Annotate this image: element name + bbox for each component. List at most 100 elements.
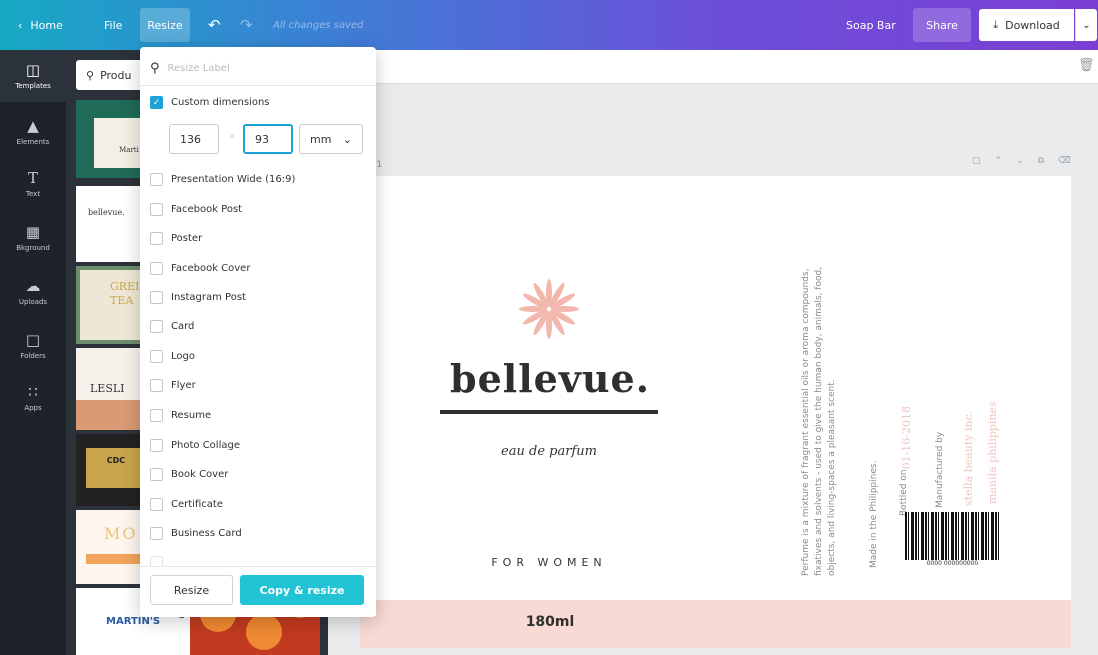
unit-select[interactable]: mm ⌄ — [299, 124, 363, 154]
divider — [140, 85, 376, 86]
barcode-number: 0000 000000000 — [926, 560, 979, 567]
option-certificate[interactable]: Certificate — [150, 498, 223, 511]
sidebar-item-label: Elements — [16, 138, 50, 146]
sidebar-item-label: Uploads — [18, 298, 48, 306]
option-book-cover[interactable]: Book Cover — [150, 468, 228, 481]
undo-icon[interactable]: ↶ — [208, 0, 221, 50]
resize-search-input[interactable]: ⚲ Resize Label — [150, 55, 366, 81]
chevron-down-icon[interactable]: ⌄ — [1075, 9, 1097, 41]
option-label: Photo Collage — [171, 440, 240, 451]
option-facebook-cover[interactable]: Facebook Cover — [150, 262, 250, 275]
template-thumbnail-label: CDC — [86, 448, 146, 488]
checkbox-icon — [150, 498, 163, 511]
checkbox-icon — [150, 173, 163, 186]
width-input[interactable]: 136 — [169, 124, 219, 154]
trash-icon[interactable]: ⌫ — [1058, 156, 1071, 166]
option-flyer[interactable]: Flyer — [150, 379, 196, 392]
text-icon: T — [27, 169, 38, 187]
duplicate-icon[interactable]: ⧉ — [1038, 156, 1044, 166]
file-menu-button[interactable]: File — [104, 0, 122, 50]
checkbox-icon — [150, 527, 163, 540]
custom-dimensions-checkbox[interactable]: ✓ Custom dimensions — [150, 96, 270, 109]
search-icon: ⚲ — [86, 68, 95, 82]
checkbox-icon — [150, 291, 163, 304]
template-thumbnail-label: LESLI — [90, 382, 125, 395]
option-logo[interactable]: Logo — [150, 350, 195, 363]
apps-icon: ∷ — [28, 383, 38, 401]
sidebar-item-text[interactable]: T Text — [0, 158, 66, 210]
share-button[interactable]: Share — [913, 8, 971, 42]
bottom-band — [360, 600, 1071, 648]
templates-icon: ◫ — [25, 61, 41, 79]
editor-toolbar — [328, 50, 1098, 84]
bottled-on-date: 01-16-2018 — [900, 406, 913, 470]
brand-underline — [440, 410, 658, 414]
template-thumbnail-label: MO — [104, 524, 138, 543]
sidebar-item-label: Bkground — [16, 244, 50, 252]
unit-value: mm — [310, 132, 332, 146]
checkbox-icon — [150, 468, 163, 481]
redo-icon[interactable]: ↷ — [240, 0, 253, 50]
option-label: Presentation Wide (16:9) — [171, 174, 296, 185]
home-label: Home — [30, 18, 63, 32]
sidebar-item-apps[interactable]: ∷ Apps — [0, 372, 66, 424]
resize-search-placeholder: Resize Label — [167, 62, 230, 74]
custom-dimensions-label: Custom dimensions — [171, 97, 270, 108]
search-icon: ⚲ — [150, 60, 160, 76]
made-in-text: Made in the Philippines. — [869, 460, 879, 568]
option-photo-collage[interactable]: Photo Collage — [150, 439, 240, 452]
sidebar-item-elements[interactable]: ▲ Elements — [0, 106, 66, 158]
option-label: Instagram Post — [171, 292, 246, 303]
design-name[interactable]: Soap Bar — [846, 0, 896, 50]
flower-logo — [519, 279, 579, 339]
resize-menu-button[interactable]: Resize — [140, 8, 190, 42]
option-business-card[interactable]: Business Card — [150, 527, 242, 540]
option-label: Logo — [171, 351, 195, 362]
checkbox-icon — [150, 379, 163, 392]
volume-text: 180ml — [525, 614, 575, 630]
barcode — [905, 512, 1000, 560]
checkbox-icon — [150, 409, 163, 422]
sidebar-item-label: Templates — [15, 82, 51, 90]
brand-title: bellevue. — [450, 356, 650, 401]
home-button[interactable]: ‹ Home — [18, 0, 63, 50]
left-sidebar: ◫ Templates ▲ Elements T Text ▦ Bkground… — [0, 50, 66, 655]
checkmark-icon: ✓ — [150, 96, 163, 109]
download-icon: ⤓ — [993, 18, 999, 31]
option-label: Poster — [171, 233, 203, 244]
chevron-up-icon[interactable]: ⌃ — [995, 156, 1003, 166]
copy-and-resize-button[interactable]: Copy & resize — [240, 575, 364, 605]
option-presentation-wide[interactable]: Presentation Wide (16:9) — [150, 173, 295, 186]
option-instagram-post[interactable]: Instagram Post — [150, 291, 246, 304]
template-thumbnail-label: GREI TEA — [110, 280, 140, 307]
chevron-down-icon[interactable]: ⌄ — [1016, 156, 1024, 166]
option-poster[interactable]: Poster — [150, 232, 202, 245]
option-card[interactable]: Card — [150, 320, 194, 333]
description-text: Perfume is a mixture of fragrant essenti… — [801, 266, 837, 576]
comment-icon[interactable]: ▢ — [972, 156, 981, 166]
top-bar: ‹ Home File Resize ↶ ↷ All changes saved… — [0, 0, 1098, 50]
resize-button[interactable]: Resize — [150, 575, 233, 605]
sidebar-item-uploads[interactable]: ☁ Uploads — [0, 266, 66, 318]
manufacturer-location: manila philippines — [986, 401, 999, 504]
trash-icon[interactable]: 🗑 — [1078, 58, 1095, 73]
checkbox-icon — [150, 262, 163, 275]
option-facebook-post[interactable]: Facebook Post — [150, 203, 242, 216]
for-women-text: FOR WOMEN — [491, 556, 607, 569]
sidebar-item-templates[interactable]: ◫ Templates — [0, 50, 66, 102]
option-resume[interactable]: Resume — [150, 409, 211, 422]
design-page[interactable]: bellevue. eau de parfum FOR WOMEN Perfum… — [360, 176, 1071, 648]
checkbox-icon — [150, 203, 163, 216]
option-label: Facebook Post — [171, 204, 243, 215]
checkbox-icon — [150, 350, 163, 363]
height-input[interactable]: 93 — [243, 124, 293, 154]
elements-icon: ▲ — [27, 117, 39, 135]
download-button[interactable]: ⤓ Download — [979, 9, 1074, 41]
folder-icon: □ — [25, 331, 41, 349]
template-thumbnail-label: MARTIN'S — [106, 616, 161, 627]
dimension-separator: × — [228, 131, 237, 142]
checkbox-icon — [150, 439, 163, 452]
sidebar-item-folders[interactable]: □ Folders — [0, 320, 66, 372]
sidebar-item-background[interactable]: ▦ Bkground — [0, 212, 66, 264]
checkbox-icon — [150, 320, 163, 333]
